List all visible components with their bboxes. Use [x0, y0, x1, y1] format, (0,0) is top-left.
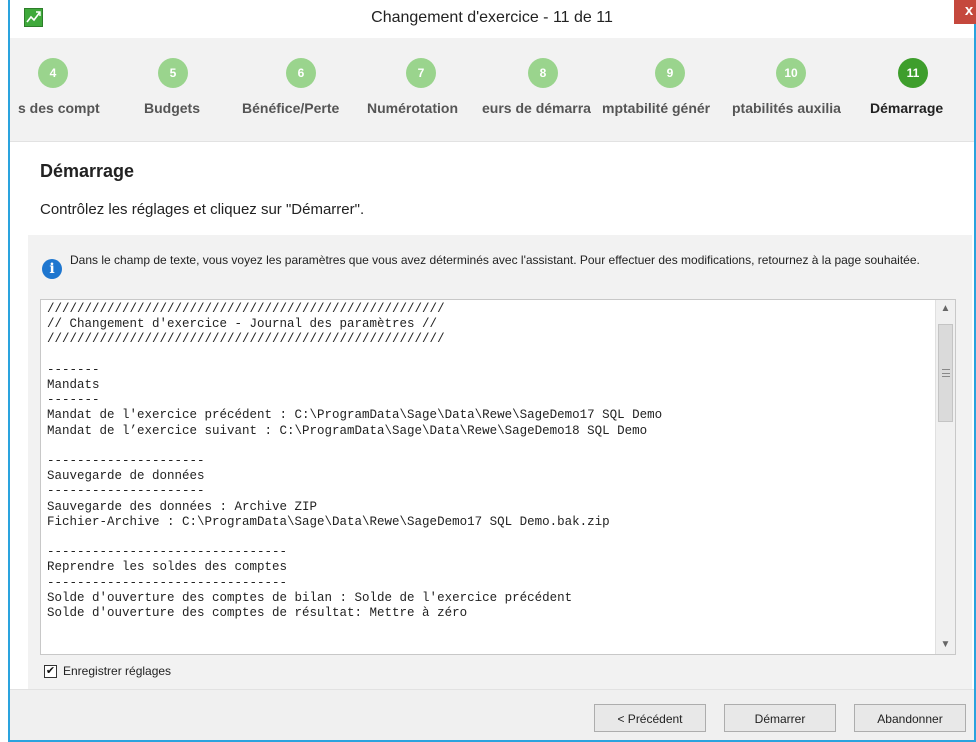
window-title: Changement d'exercice - 11 de 11 — [371, 9, 613, 26]
scroll-thumb[interactable] — [938, 324, 953, 422]
button-bar: < Précédent Démarrer Abandonner — [10, 689, 974, 740]
step-9-label[interactable]: mptabilité génér — [602, 100, 732, 116]
step-5-circle[interactable]: 5 — [158, 58, 188, 88]
info-icon: i — [42, 259, 62, 279]
step-11-label[interactable]: Démarrage — [870, 100, 964, 116]
save-settings-checkbox[interactable]: ✔ — [44, 665, 57, 678]
step-4-label[interactable]: s des compt — [18, 100, 120, 116]
step-5-label[interactable]: Budgets — [144, 100, 234, 116]
scroll-down-arrow-icon[interactable]: ▼ — [936, 636, 955, 654]
page-subtitle: Contrôlez les réglages et cliquez sur "D… — [40, 201, 365, 218]
scroll-up-arrow-icon[interactable]: ▲ — [936, 300, 955, 318]
cancel-button[interactable]: Abandonner — [854, 704, 966, 732]
step-10-label[interactable]: ptabilités auxilia — [732, 100, 862, 116]
step-8-label[interactable]: eurs de démarra — [482, 100, 602, 116]
wizard-content: Démarrage Contrôlez les réglages et cliq… — [10, 143, 974, 689]
step-7-circle[interactable]: 7 — [406, 58, 436, 88]
step-6-label[interactable]: Bénéfice/Perte — [242, 100, 360, 116]
wizard-steps: 4 s des compt 5 Budgets 6 Bénéfice/Perte… — [10, 38, 974, 142]
scroll-grip-icon — [942, 369, 950, 377]
settings-log-text: ////////////////////////////////////////… — [47, 302, 663, 621]
wizard-window: Changement d'exercice - 11 de 11 x 4 s d… — [0, 0, 976, 742]
step-11-circle[interactable]: 11 — [898, 58, 928, 88]
step-4-circle[interactable]: 4 — [38, 58, 68, 88]
step-10-circle[interactable]: 10 — [776, 58, 806, 88]
step-8-circle[interactable]: 8 — [528, 58, 558, 88]
title-bar[interactable]: Changement d'exercice - 11 de 11 x — [10, 0, 976, 38]
previous-button[interactable]: < Précédent — [594, 704, 706, 732]
close-button[interactable]: x — [954, 0, 976, 24]
desktop-edge — [0, 0, 8, 742]
info-text: Dans le champ de texte, vous voyez les p… — [70, 253, 920, 267]
step-7-label[interactable]: Numérotation — [367, 100, 479, 116]
save-settings-label[interactable]: Enregistrer réglages — [63, 664, 171, 678]
page-title: Démarrage — [40, 161, 135, 181]
start-button[interactable]: Démarrer — [724, 704, 836, 732]
settings-log-textbox[interactable]: ////////////////////////////////////////… — [40, 299, 956, 655]
step-9-circle[interactable]: 9 — [655, 58, 685, 88]
info-panel: i Dans le champ de texte, vous voyez les… — [28, 235, 972, 689]
log-scrollbar[interactable]: ▲ ▼ — [935, 300, 955, 654]
step-6-circle[interactable]: 6 — [286, 58, 316, 88]
